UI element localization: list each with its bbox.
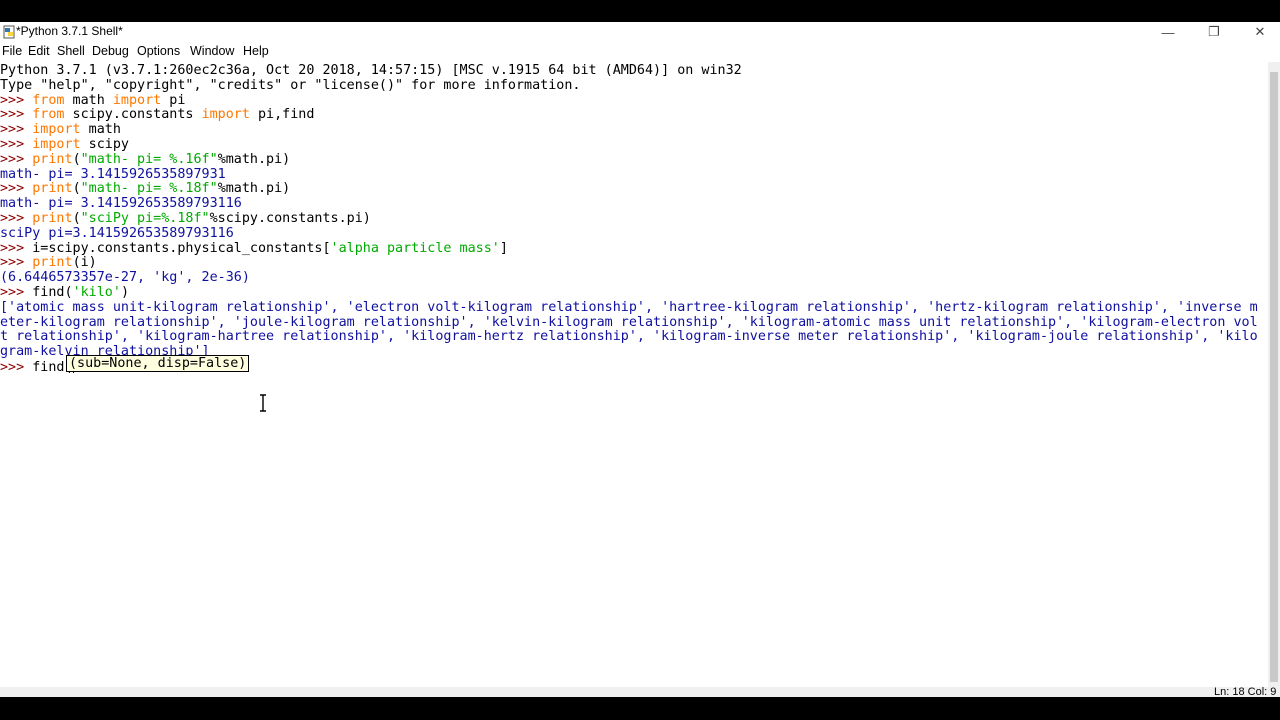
prompt: >>> xyxy=(0,255,33,271)
code-token: ) xyxy=(120,285,129,300)
menu-bar: File Edit Shell Debug Options Window Hel… xyxy=(0,42,1280,62)
code-token: print xyxy=(32,211,73,226)
code-token: i=scipy.constants.physical_constants[ xyxy=(32,240,331,256)
idle-shell-window: *Python 3.7.1 Shell* — ❐ ✕ File Edit She… xyxy=(0,22,1280,697)
prompt: >>> xyxy=(0,211,33,226)
input-line: >>> import scipy xyxy=(0,137,129,153)
code-token: ( xyxy=(72,211,81,226)
ibeam-cursor-icon xyxy=(260,394,266,412)
cursor-position: Ln: 18 Col: 9 xyxy=(1214,687,1277,697)
input-line: >>> from math import pi xyxy=(0,92,186,109)
prompt: >>> xyxy=(0,92,33,108)
prompt: >>> xyxy=(0,107,33,123)
banner-line: Type "help", "copyright", "credits" or "… xyxy=(0,77,581,93)
prompt: >>> xyxy=(0,360,33,375)
status-bar: Ln: 18 Col: 9 xyxy=(0,687,1280,697)
code-token: pi,find xyxy=(249,107,315,123)
code-token: from xyxy=(32,107,65,123)
menu-window[interactable]: Window xyxy=(190,44,234,58)
code-token: ] xyxy=(499,240,508,256)
code-token: print xyxy=(32,255,73,271)
input-line: >>> print("sciPy pi=%.18f"%scipy.constan… xyxy=(0,211,371,227)
scrollbar-thumb[interactable] xyxy=(1270,72,1278,682)
code-token: %math.pi) xyxy=(217,151,291,167)
code-token: %math.pi) xyxy=(217,181,291,197)
code-token: 'kilo' xyxy=(72,285,121,300)
code-token: from xyxy=(32,92,65,108)
code-token: import xyxy=(32,122,81,138)
menu-file[interactable]: File xyxy=(2,44,22,58)
menu-shell[interactable]: Shell xyxy=(57,44,85,58)
output-line: ['atomic mass unit-kilogram relationship… xyxy=(0,299,1258,315)
input-line: >>> print(i) xyxy=(0,255,97,271)
code-token: print xyxy=(32,151,73,167)
prompt: >>> xyxy=(0,122,33,138)
code-token: import xyxy=(201,107,250,123)
code-token: scipy xyxy=(80,137,129,152)
output-line: math- pi= 3.141592653589793116 xyxy=(0,196,242,212)
input-line: >>> print("math- pi= %.16f"%math.pi) xyxy=(0,151,291,168)
code-token: math xyxy=(64,92,113,108)
maximize-button[interactable]: ❐ xyxy=(1191,22,1237,42)
restore-icon: ❐ xyxy=(1208,24,1220,39)
prompt: >>> xyxy=(0,181,33,197)
python-icon xyxy=(3,25,15,39)
input-line: >>> print("math- pi= %.18f"%math.pi) xyxy=(0,181,291,197)
window-title: *Python 3.7.1 Shell* xyxy=(16,24,123,38)
menu-help[interactable]: Help xyxy=(243,44,269,58)
menu-options[interactable]: Options xyxy=(137,44,180,58)
code-token: import xyxy=(32,137,81,152)
close-button[interactable]: ✕ xyxy=(1237,22,1280,42)
code-token: scipy.constants xyxy=(64,107,202,123)
minimize-button[interactable]: — xyxy=(1145,22,1191,42)
minimize-icon: — xyxy=(1161,24,1175,40)
code-token: math xyxy=(80,122,121,138)
current-input-line: >>> find( xyxy=(0,360,74,376)
code-token: "sciPy pi=%.18f" xyxy=(80,211,210,226)
prompt: >>> xyxy=(0,137,33,152)
output-line: (6.6446573357e-27, 'kg', 2e-36) xyxy=(0,270,250,286)
input-line: >>> import math xyxy=(0,122,121,138)
close-icon: ✕ xyxy=(1254,24,1266,39)
calltip-tooltip: (sub=None, disp=False) xyxy=(66,355,250,372)
menu-edit[interactable]: Edit xyxy=(28,44,50,58)
code-token: ( xyxy=(72,181,81,197)
output-line: sciPy pi=3.141592653589793116 xyxy=(0,225,234,241)
output-line: math- pi= 3.1415926535897931 xyxy=(0,166,226,182)
vertical-scrollbar[interactable] xyxy=(1268,62,1280,687)
banner-line: Python 3.7.1 (v3.7.1:260ec2c36a, Oct 20 … xyxy=(0,63,742,78)
code-token: import xyxy=(112,92,162,108)
code-token: ( xyxy=(72,151,81,167)
code-token: find( xyxy=(32,285,73,300)
code-token: pi xyxy=(161,92,186,108)
code-token: %scipy.constants.pi) xyxy=(209,211,371,226)
title-bar: *Python 3.7.1 Shell* — ❐ ✕ xyxy=(0,22,1280,42)
input-line: >>> i=scipy.constants.physical_constants… xyxy=(0,240,508,257)
shell-text-area[interactable]: Python 3.7.1 (v3.7.1:260ec2c36a, Oct 20 … xyxy=(0,62,1268,687)
code-token: (i) xyxy=(72,255,97,271)
prompt: >>> xyxy=(0,151,33,167)
code-token: 'alpha particle mass' xyxy=(330,240,500,256)
input-line: >>> find('kilo') xyxy=(0,285,129,301)
output-line: t relationship', 'kilogram-hartree relat… xyxy=(0,329,1258,345)
menu-debug[interactable]: Debug xyxy=(92,44,129,58)
code-token: "math- pi= %.18f" xyxy=(80,181,218,197)
code-token: "math- pi= %.16f" xyxy=(80,151,218,167)
prompt: >>> xyxy=(0,285,33,300)
input-line: >>> from scipy.constants import pi,find xyxy=(0,107,315,123)
output-line: eter-kilogram relationship', 'joule-kilo… xyxy=(0,314,1258,330)
prompt: >>> xyxy=(0,240,33,256)
code-token: print xyxy=(32,181,73,197)
